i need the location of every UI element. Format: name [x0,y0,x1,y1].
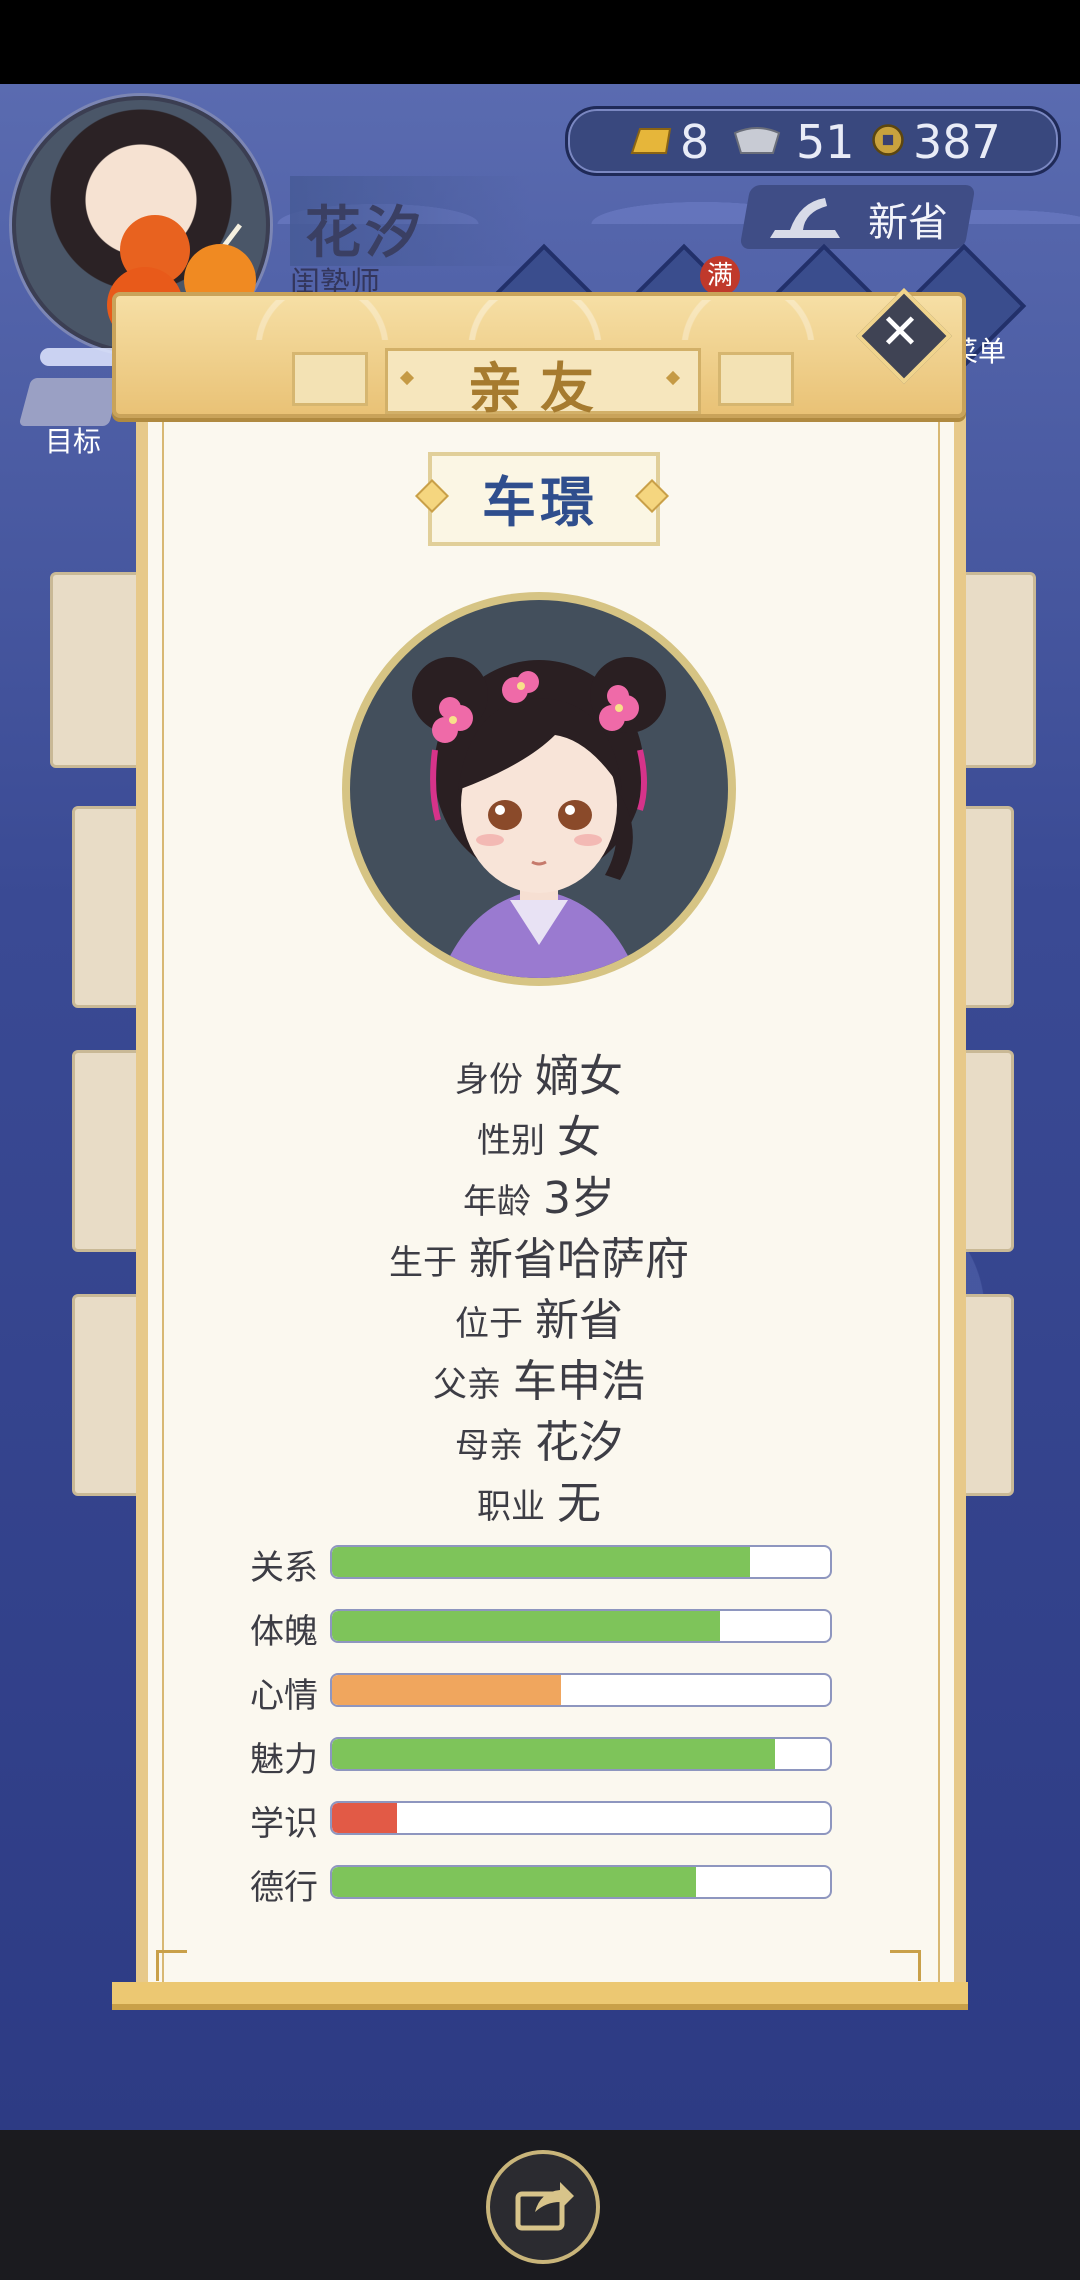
info-value: 嫡女 [535,1051,623,1102]
stat-bar-physique [330,1609,832,1643]
corner-ornament [156,1950,187,1981]
silver-ingot-icon [733,127,781,154]
info-value: 新省 [535,1295,623,1346]
player-name: 花汐 [305,200,425,266]
info-row-mother: 母亲 花汐 [136,1406,942,1470]
stat-fill [332,1547,751,1577]
stat-fill [332,1739,776,1769]
info-row-occupation: 职业无 [136,1467,942,1531]
info-row-age: 年龄 3岁 [136,1162,942,1226]
stat-fill [332,1611,721,1641]
stat-label-physique: 体魄 [250,1612,318,1652]
info-key: 父亲 [433,1365,501,1405]
info-value: 新省哈萨府 [469,1234,689,1285]
stat-label-mood: 心情 [250,1676,318,1716]
stat-label-knowledge: 学识 [250,1804,318,1844]
dialog-title: 亲友 [468,356,612,420]
share-button[interactable] [486,2150,600,2264]
status-bar [0,0,1080,84]
child-portrait-illustration [412,657,666,978]
header-tab-right [718,352,794,406]
stat-label-charm: 魅力 [250,1740,318,1780]
info-value: 女 [557,1112,601,1163]
stat-label-relationship: 关系 [250,1548,318,1588]
info-key: 位于 [455,1304,523,1344]
stat-bar-virtue [330,1865,832,1899]
stat-bar-relationship [330,1545,832,1579]
share-icon [515,2182,574,2231]
stat-bar-knowledge [330,1801,832,1835]
stat-fill [332,1803,397,1833]
stat-bar-charm [330,1737,832,1771]
pavilion-icon [770,198,840,238]
full-badge: 满 [700,256,740,296]
scroll-bottom-rod [112,1982,968,2010]
silver-value: 51 [796,115,855,169]
info-key: 身份 [455,1060,523,1100]
copper-coin-icon [872,124,904,156]
stat-fill [332,1675,562,1705]
stat-label-virtue: 德行 [250,1868,318,1908]
info-row-father: 父亲 车申浩 [136,1345,942,1409]
corner-ornament [890,1950,921,1981]
gold-value: 8 [680,115,710,169]
info-value: 花汐 [535,1417,623,1468]
location-label: 新省 [868,200,948,246]
info-key: 性别 [477,1121,545,1161]
info-row-gender: 性别女 [136,1101,942,1165]
coins-value: 387 [913,115,1001,169]
info-value: 3岁 [543,1173,615,1224]
header-pattern [180,300,890,340]
stat-fill [332,1867,696,1897]
info-row-identity: 身份 嫡女 [136,1040,942,1104]
info-value: 车申浩 [513,1356,645,1407]
info-key: 职业 [477,1487,545,1527]
currency-bar: 8 51 387 [565,106,1061,176]
child-portrait [350,600,728,978]
header-tab-left [292,352,368,406]
info-value: 无 [557,1478,601,1529]
goal-label: 目标 [45,425,102,458]
info-key: 年龄 [463,1182,531,1222]
stat-bar-mood [330,1673,832,1707]
info-row-location: 位于 新省 [136,1284,942,1348]
info-key: 生于 [389,1243,457,1283]
gold-ingot-icon [630,128,672,154]
goal-icon[interactable] [18,378,122,426]
info-row-birthplace: 生于 新省哈萨府 [136,1223,942,1287]
info-key: 母亲 [455,1426,523,1466]
close-icon[interactable]: ✕ [870,300,930,360]
child-name: 车璟 [482,471,598,534]
